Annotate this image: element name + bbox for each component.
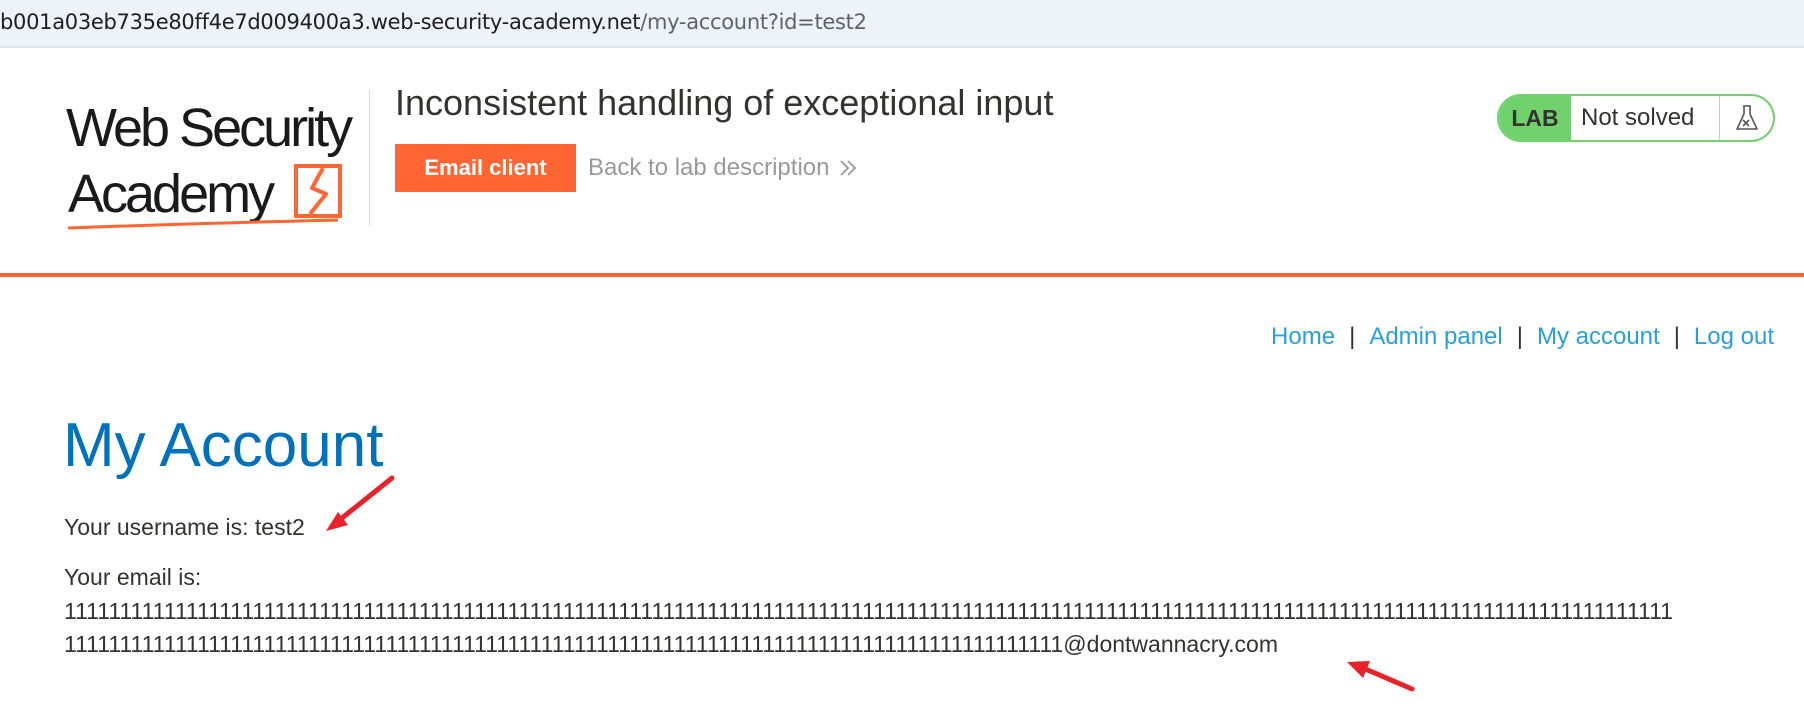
flask-icon[interactable] (1719, 96, 1773, 140)
url-host: b001a03eb735e80ff4e7d009400a3.web-securi… (0, 10, 641, 34)
email-value-line-1: 1111111111111111111111111111111111111111… (64, 598, 1673, 624)
page-title: My Account (63, 411, 384, 480)
email-value-line-2: 1111111111111111111111111111111111111111… (64, 631, 1278, 657)
username-text: Your username is: test2 (64, 514, 305, 540)
lab-title: Inconsistent handling of exceptional inp… (395, 82, 1054, 123)
top-navigation: Home | Admin panel | My account | Log out (1271, 323, 1774, 351)
browser-address-bar[interactable]: b001a03eb735e80ff4e7d009400a3.web-securi… (0, 0, 1804, 48)
back-to-lab-description-link[interactable]: Back to lab description (588, 154, 859, 182)
nav-separator: | (1349, 323, 1356, 350)
lab-badge: LAB (1499, 96, 1571, 140)
double-chevron-right-icon (840, 160, 857, 176)
red-arrow-annotation (1347, 661, 1415, 692)
nav-separator: | (1673, 323, 1680, 350)
red-arrow-annotation (326, 475, 395, 531)
url-path: /my-account?id=test2 (640, 10, 867, 34)
nav-log-out-link[interactable]: Log out (1694, 323, 1774, 350)
lab-header: Web Security Academy Inconsistent handli… (0, 48, 1804, 275)
web-security-academy-logo[interactable]: Web Security Academy (66, 88, 366, 248)
nav-my-account-link[interactable]: My account (1537, 323, 1660, 350)
header-divider (0, 273, 1804, 277)
nav-home-link[interactable]: Home (1271, 323, 1335, 350)
logo-divider (369, 90, 370, 226)
email-client-button[interactable]: Email client (395, 144, 576, 192)
svg-text:Academy: Academy (68, 164, 275, 224)
flask-graphic (1735, 105, 1758, 130)
logo-graphic: Web Security Academy (66, 98, 356, 230)
back-link-label: Back to lab description (588, 154, 830, 181)
nav-admin-panel-link[interactable]: Admin panel (1369, 323, 1502, 350)
nav-separator: | (1516, 323, 1523, 350)
email-label: Your email is: (64, 564, 202, 590)
lab-status-widget: LAB Not solved (1497, 94, 1775, 142)
url-text[interactable]: b001a03eb735e80ff4e7d009400a3.web-securi… (0, 10, 867, 34)
svg-text:Web Security: Web Security (66, 98, 353, 158)
status-text: Not solved (1581, 104, 1695, 131)
